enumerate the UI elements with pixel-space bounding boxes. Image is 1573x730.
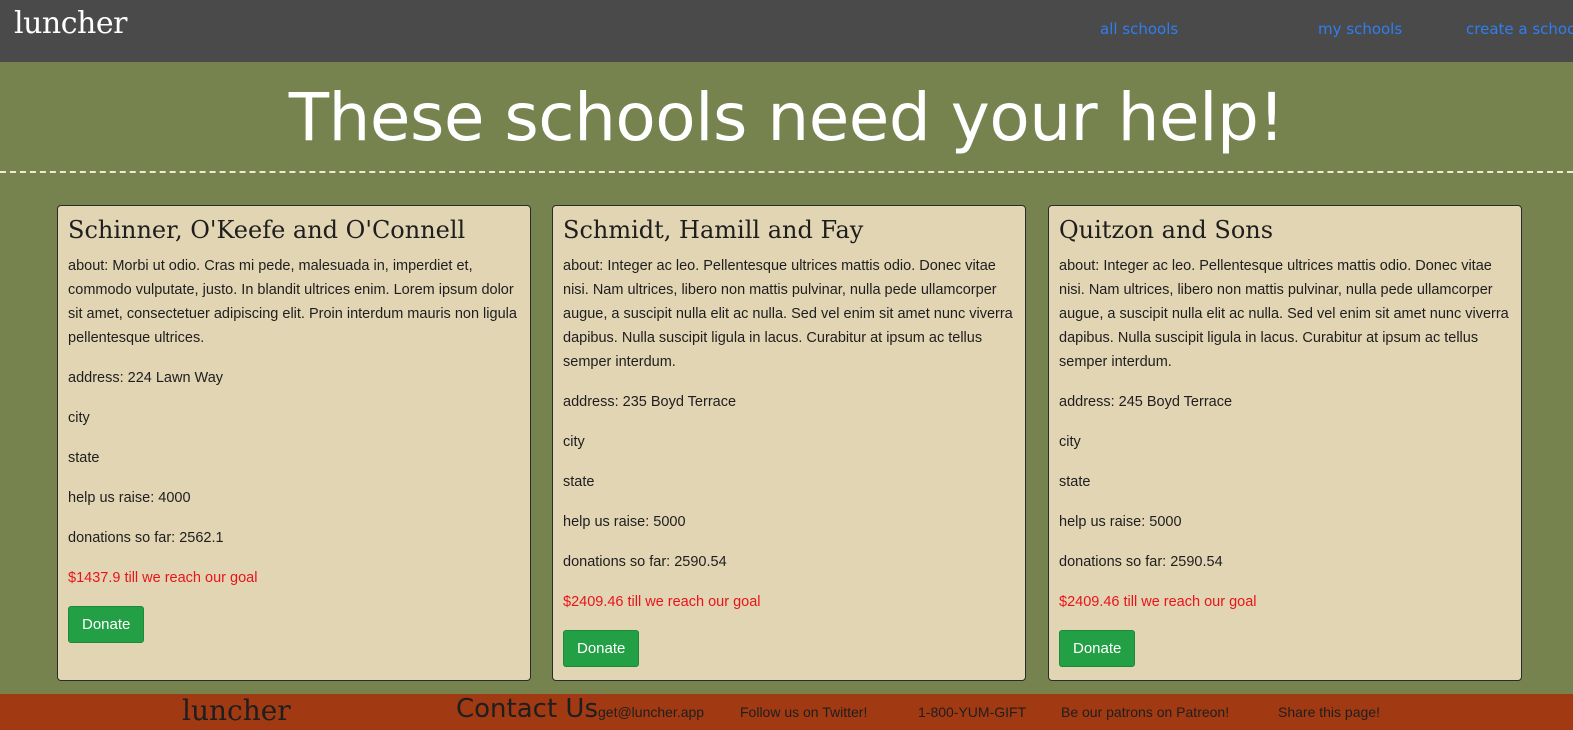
school-card: Schmidt, Hamill and Fay about: Integer a… — [552, 205, 1026, 681]
school-about: about: Morbi ut odio. Cras mi pede, male… — [68, 258, 517, 346]
school-about: about: Integer ac leo. Pellentesque ultr… — [1059, 258, 1509, 370]
school-donations: donations so far: 2590.54 — [1059, 554, 1223, 570]
footer-twitter-link[interactable]: Follow us on Twitter! — [740, 704, 867, 720]
brand-logo[interactable]: luncher — [14, 6, 127, 41]
school-address: address: 235 Boyd Terrace — [563, 394, 737, 410]
school-card: Schinner, O'Keefe and O'Connell about: M… — [57, 205, 531, 681]
footer-contact-heading: Contact Us — [456, 694, 598, 724]
footer-email-link[interactable]: get@luncher.app — [598, 704, 704, 720]
school-city: city — [563, 434, 585, 450]
school-name: Schinner, O'Keefe and O'Connell — [68, 216, 466, 244]
school-about: about: Integer ac leo. Pellentesque ultr… — [563, 258, 1013, 370]
school-city: city — [68, 410, 90, 426]
school-state: state — [1059, 474, 1091, 490]
school-card: Quitzon and Sons about: Integer ac leo. … — [1048, 205, 1522, 681]
nav-link-create-school[interactable]: create a school — [1466, 20, 1573, 38]
school-remaining: $2409.46 till we reach our goal — [563, 594, 761, 610]
footer-phone-link[interactable]: 1-800-YUM-GIFT — [918, 704, 1026, 720]
school-address: address: 224 Lawn Way — [68, 370, 224, 386]
donate-button[interactable]: Donate — [1059, 630, 1136, 667]
footer: luncher Contact Us get@luncher.app Follo… — [0, 694, 1573, 730]
hero-section: These schools need your help! — [0, 62, 1573, 174]
school-goal: help us raise: 5000 — [563, 514, 686, 530]
donate-button[interactable]: Donate — [563, 630, 640, 667]
school-remaining: $1437.9 till we reach our goal — [68, 570, 258, 586]
school-city: city — [1059, 434, 1081, 450]
school-remaining: $2409.46 till we reach our goal — [1059, 594, 1257, 610]
nav-link-my-schools[interactable]: my schools — [1318, 20, 1402, 38]
top-navbar: luncher all schools my schools create a … — [0, 0, 1573, 62]
donate-button[interactable]: Donate — [68, 606, 145, 643]
school-donations: donations so far: 2562.1 — [68, 530, 224, 546]
school-name: Quitzon and Sons — [1059, 216, 1274, 244]
school-address: address: 245 Boyd Terrace — [1059, 394, 1233, 410]
school-donations: donations so far: 2590.54 — [563, 554, 727, 570]
dashed-divider — [0, 171, 1573, 173]
school-state: state — [563, 474, 595, 490]
footer-patreon-link[interactable]: Be our patrons on Patreon! — [1061, 704, 1229, 720]
footer-brand[interactable]: luncher — [182, 694, 291, 727]
nav-link-all-schools[interactable]: all schools — [1100, 20, 1178, 38]
school-state: state — [68, 450, 100, 466]
school-goal: help us raise: 5000 — [1059, 514, 1182, 530]
school-name: Schmidt, Hamill and Fay — [563, 216, 864, 244]
footer-share-link[interactable]: Share this page! — [1278, 704, 1380, 720]
page-title: These schools need your help! — [288, 79, 1285, 156]
school-goal: help us raise: 4000 — [68, 490, 191, 506]
